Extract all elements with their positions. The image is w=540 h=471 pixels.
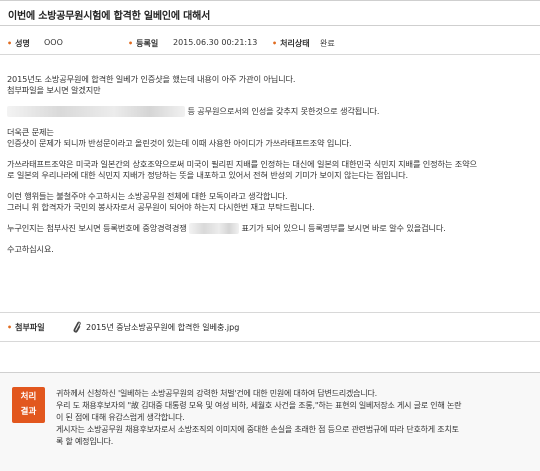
result-text: 귀하께서 신청하신 '일베하는 소방공무원의 강력한 처벌'건에 대한 민원에 … bbox=[56, 388, 536, 448]
body-line: 2015년도 소방공무원에 합격한 일베가 인증샷을 했는데 내용이 아주 가관… bbox=[7, 74, 296, 84]
page-title: 이번에 소방공무원시험에 합격한 일베인에 대해서 bbox=[8, 11, 211, 22]
body-line-text: 표기가 되어 있으니 등록명부를 보시면 바로 알수 있을겁니다. bbox=[241, 223, 446, 233]
body-line: 첨부파일을 보시면 알겠지만 bbox=[7, 85, 101, 95]
status-value: 완료 bbox=[320, 39, 335, 48]
status-label: 처리상태 bbox=[272, 38, 309, 49]
result-line: 우리 도 채용후보자의 "故 김대중 대통령 모욕 및 여성 비하, 세월호 사… bbox=[56, 401, 462, 410]
result-line: 록 할 예정입니다. bbox=[56, 437, 114, 446]
body-line: 이런 행위들는 불철주야 수고하시는 소방공무원 전체에 대한 모독이라고 생각… bbox=[7, 191, 288, 201]
result-section: 처리 결과 귀하께서 신청하신 '일베하는 소방공무원의 강력한 처벌'건에 대… bbox=[0, 372, 540, 471]
date-value: 2015.06.30 00:21:13 bbox=[173, 38, 258, 47]
body-line: 가쓰라태프트조약은 미국과 일본간의 상호조약으로써 미국이 필리핀 지배를 인… bbox=[7, 159, 477, 169]
body-line: 더욱큰 문제는 bbox=[7, 127, 54, 137]
body-line: 수고하십시요. bbox=[7, 244, 54, 254]
body-line: 등 공무원으로서의 인성을 갖추지 못한것으로 생각됩니다. bbox=[7, 106, 535, 117]
body-line: 인증샷이 문제가 되니까 반성문이라고 올린것이 있는데 이때 사용한 아이디가… bbox=[7, 138, 352, 148]
redacted-text bbox=[7, 106, 185, 117]
body-line-text: 등 공무원으로서의 인성을 갖추지 못한것으로 생각됩니다. bbox=[187, 106, 380, 116]
result-line: 게시자는 소방공무원 채용후보자로서 소방조직의 이미지에 중대한 손실을 초래… bbox=[56, 425, 459, 434]
attachment-file-link[interactable]: 2015년 중남소방공무원에 합격한 일베충.jpg bbox=[86, 322, 239, 333]
name-label: 성명 bbox=[7, 38, 30, 49]
result-badge-line2: 결과 bbox=[20, 407, 37, 417]
redacted-text bbox=[189, 223, 240, 234]
attachment-label: 첨부파일 bbox=[7, 322, 44, 333]
result-line: 귀하께서 신청하신 '일베하는 소방공무원의 강력한 처벌'건에 대한 민원에 … bbox=[56, 389, 377, 398]
body-line: 로 일본의 우리나라에 대한 식민지 지배가 정당하는 뜻을 내포하고 있어서 … bbox=[7, 170, 408, 180]
body-line: 그러니 위 합격자가 국민의 봉사자로서 공무원이 되어야 하는지 다시한번 재… bbox=[7, 202, 315, 212]
complaint-body: 2015년도 소방공무원에 합격한 일베가 인증샷을 했는데 내용이 아주 가관… bbox=[7, 74, 535, 255]
result-badge: 처리 결과 bbox=[12, 387, 45, 423]
meta-row: 성명 OOO 등록일 2015.06.30 00:21:13 처리상태 완료 bbox=[0, 33, 540, 55]
attachment-row: 첨부파일 2015년 중남소방공무원에 합격한 일베충.jpg bbox=[0, 312, 540, 342]
date-label: 등록일 bbox=[128, 38, 158, 49]
result-badge-line1: 처리 bbox=[20, 392, 37, 402]
complaint-detail-page: 이번에 소방공무원시험에 합격한 일베인에 대해서 성명 OOO 등록일 201… bbox=[0, 0, 540, 471]
result-line: 이 된 점에 대해 유감스럽게 생각합니다. bbox=[56, 413, 185, 422]
body-line: 누구인지는 첨부사진 보시면 등록번호에 중앙경력경쟁 표기가 되어 있으니 등… bbox=[7, 223, 535, 234]
paperclip-icon bbox=[73, 321, 81, 333]
name-value: OOO bbox=[44, 38, 63, 47]
body-line-text: 누구인지는 첨부사진 보시면 등록번호에 중앙경력경쟁 bbox=[7, 223, 187, 233]
title-bar: 이번에 소방공무원시험에 합격한 일베인에 대해서 bbox=[0, 0, 540, 26]
